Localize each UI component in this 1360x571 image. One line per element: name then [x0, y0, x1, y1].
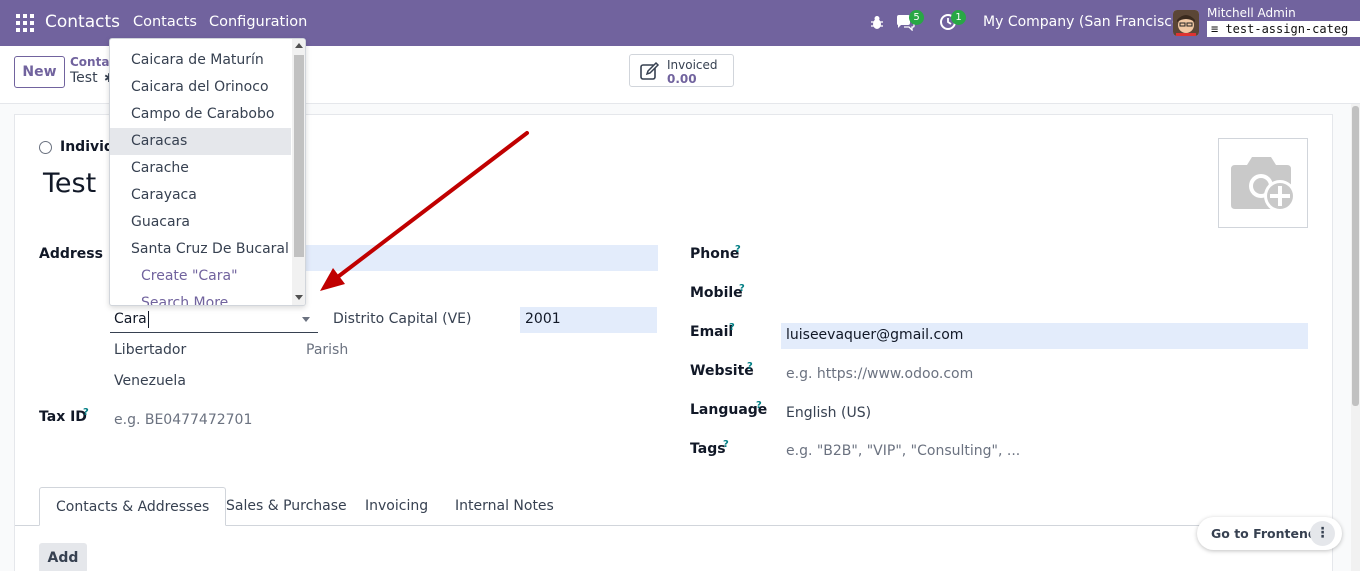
dropdown-scrollbar[interactable] [292, 39, 305, 305]
menu-configuration[interactable]: Configuration [209, 14, 307, 30]
street-input[interactable] [306, 245, 658, 271]
user-avatar[interactable] [1173, 10, 1199, 36]
dropdown-option[interactable]: Guacara [110, 209, 291, 236]
go-to-frontend-button[interactable]: Go to Frontend [1211, 526, 1317, 541]
scroll-up-icon[interactable] [295, 43, 303, 48]
stat-value: 0.00 [667, 72, 697, 86]
city-input[interactable]: Cara [110, 307, 318, 333]
website-label: Website [690, 363, 754, 379]
stat-label: Invoiced [667, 58, 718, 72]
zip-value: 2001 [525, 311, 561, 327]
new-button[interactable]: New [14, 56, 65, 88]
language-help-icon[interactable]: ? [756, 400, 762, 411]
dropdown-option-active[interactable]: Caracas [110, 128, 291, 155]
email-value: luiseevaquer@gmail.com [786, 327, 964, 343]
bug-icon[interactable] [870, 15, 884, 30]
dropdown-option[interactable]: Carayaca [110, 182, 291, 209]
create-option[interactable]: Create "Cara" [110, 263, 291, 290]
menu-contacts[interactable]: Contacts [133, 14, 197, 30]
dropdown-option[interactable]: Santa Cruz De Bucaral [110, 236, 291, 263]
website-help-icon[interactable]: ? [747, 361, 753, 372]
tax-id-help-icon[interactable]: ? [83, 407, 89, 418]
email-help-icon[interactable]: ? [729, 322, 735, 333]
website-input[interactable]: e.g. https://www.odoo.com [786, 366, 973, 382]
tax-id-input[interactable]: e.g. BE0477472701 [114, 412, 252, 428]
database-name: ≡ test-assign-categ [1207, 21, 1360, 37]
go-to-frontend-widget: Go to Frontend ⋮ [1197, 517, 1342, 550]
search-more-option[interactable]: Search More... [110, 290, 291, 305]
page-scrollbar[interactable] [1351, 104, 1360, 571]
dropdown-option[interactable]: Campo de Carabobo [110, 101, 291, 128]
scroll-down-icon[interactable] [295, 295, 303, 300]
text-cursor [148, 311, 149, 328]
contact-name-field[interactable]: Test [43, 168, 96, 199]
state-field[interactable]: Distrito Capital (VE) [333, 311, 472, 327]
page-scrollbar-thumb[interactable] [1352, 106, 1359, 406]
phone-label: Phone [690, 246, 740, 262]
mobile-help-icon[interactable]: ? [739, 283, 745, 294]
parish-field[interactable]: Parish [306, 342, 348, 358]
tab-internal-notes[interactable]: Internal Notes [455, 487, 554, 526]
dropdown-caret-icon[interactable] [302, 317, 310, 322]
app-grid-icon[interactable] [16, 14, 34, 32]
kebab-menu-icon[interactable]: ⋮ [1310, 521, 1335, 546]
tab-contacts-addresses[interactable]: Contacts & Addresses [39, 487, 227, 526]
country-field[interactable]: Venezuela [114, 373, 186, 389]
app-name[interactable]: Contacts [45, 12, 120, 32]
address-label: Address [39, 246, 103, 262]
dropdown-scrollbar-thumb[interactable] [294, 55, 304, 257]
invoiced-stat-button[interactable]: Invoiced 0.00 [629, 54, 734, 87]
dropdown-option[interactable]: Carache [110, 155, 291, 182]
mobile-label: Mobile [690, 285, 743, 301]
user-name[interactable]: Mitchell Admin [1207, 6, 1296, 20]
tags-help-icon[interactable]: ? [723, 439, 729, 450]
email-label: Email [690, 324, 734, 340]
tags-input[interactable]: e.g. "B2B", "VIP", "Consulting", ... [786, 443, 1020, 459]
photo-upload[interactable] [1218, 138, 1308, 228]
municipality-field[interactable]: Libertador [114, 342, 186, 358]
company-switcher[interactable]: My Company (San Francisco) [983, 14, 1186, 30]
record-title: Test [70, 70, 98, 86]
dropdown-option[interactable]: Caicara del Orinoco [110, 74, 291, 101]
tax-id-label: Tax ID [39, 409, 87, 425]
pencil-square-icon [640, 61, 660, 80]
camera-add-icon [1231, 157, 1296, 212]
tags-label: Tags [690, 441, 726, 457]
language-select[interactable]: English (US) [786, 405, 871, 421]
phone-help-icon[interactable]: ? [735, 244, 741, 255]
city-autocomplete-dropdown: Caicara de Maturín Caicara del Orinoco C… [109, 38, 306, 306]
messages-count-badge: 5 [909, 10, 924, 25]
notebook-tabs: Contacts & Addresses Sales & Purchase In… [15, 487, 1332, 526]
tab-invoicing[interactable]: Invoicing [365, 487, 428, 526]
activities-count-badge: 1 [951, 10, 966, 25]
dropdown-option[interactable]: Caicara de Maturín [110, 47, 291, 74]
city-input-value: Cara [114, 311, 147, 327]
individual-radio[interactable] [39, 141, 52, 154]
tab-sales-purchase[interactable]: Sales & Purchase [226, 487, 347, 526]
add-button[interactable]: Add [39, 543, 87, 571]
